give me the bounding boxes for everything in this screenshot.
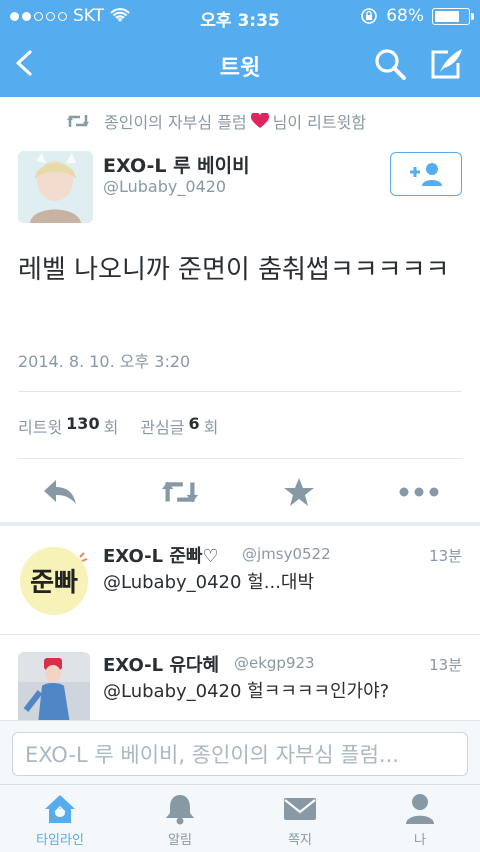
tab-label: 쪽지 — [288, 833, 312, 848]
home-icon — [43, 793, 77, 825]
retweet-icon — [67, 115, 89, 127]
header-bar: SKT 오후 3:35 68% 트윗 — [0, 0, 480, 97]
like-stat-label: 관심글 — [140, 418, 185, 437]
tab-label: 타임라인 — [36, 833, 84, 848]
retweet-suffix: 님이 리트윗함 — [272, 113, 367, 132]
author-name[interactable]: EXO-L 루 베이비 — [103, 151, 250, 178]
reply-icon[interactable] — [40, 474, 80, 510]
divider — [18, 391, 462, 392]
tab-me[interactable]: 나 — [360, 785, 480, 852]
tab-timeline[interactable]: 타임라인 — [0, 785, 120, 852]
battery-icon — [432, 7, 474, 25]
reply-item[interactable]: 준빠 EXO-L 준빠♡ @jmsy0522 13분 @Lubaby_0420 … — [0, 526, 480, 634]
tab-notifications[interactable]: 알림 — [120, 785, 240, 852]
tab-messages[interactable]: 쪽지 — [240, 785, 360, 852]
like-count[interactable]: 6 — [188, 414, 199, 438]
reply-name[interactable]: EXO-L 준빠♡ — [103, 542, 219, 568]
star-icon[interactable] — [279, 474, 319, 510]
retweeter-name: 종인이의 자부심 플럼 — [104, 113, 247, 132]
heart-icon — [250, 113, 269, 128]
reply-avatar[interactable]: 준빠 — [18, 543, 90, 615]
reply-avatar-text: 준빠 — [30, 568, 78, 598]
status-right: 68% — [360, 6, 474, 26]
reply-handle[interactable]: @ekgp923 — [234, 654, 315, 672]
reply-name[interactable]: EXO-L 유다혜 — [103, 651, 219, 677]
reply-text: @Lubaby_0420 헐ㅋㅋㅋㅋ인가야? — [103, 681, 390, 702]
reply-handle[interactable]: @jmsy0522 — [242, 545, 331, 563]
tab-label: 알림 — [168, 833, 192, 848]
reply-time: 13분 — [429, 547, 462, 565]
retweet-count[interactable]: 130 — [66, 414, 99, 438]
author-avatar[interactable] — [18, 151, 93, 223]
divider — [18, 458, 462, 459]
tab-label: 나 — [414, 833, 426, 848]
reply-text: @Lubaby_0420 헐...대박 — [103, 572, 315, 593]
reply-input-placeholder: EXO-L 루 베이비, 종인이의 자부심 플럼... — [25, 743, 399, 767]
compose-icon[interactable] — [428, 46, 466, 82]
more-icon[interactable] — [399, 474, 439, 510]
nav-bar: 트윗 — [0, 32, 480, 97]
tweet-text: 레벨 나오니까 준면이 춤춰썹ㅋㅋㅋㅋㅋ — [18, 255, 450, 285]
page-title: 트윗 — [219, 56, 261, 81]
retweeted-by-line[interactable]: 종인이의 자부심 플럼 님이 리트윗함 — [0, 104, 480, 138]
search-icon[interactable] — [372, 46, 408, 82]
retweet-action-icon[interactable] — [160, 474, 200, 510]
retweet-unit: 회 — [103, 418, 119, 437]
reply-item[interactable]: EXO-L 유다혜 @ekgp923 13분 @Lubaby_0420 헐ㅋㅋㅋ… — [0, 635, 480, 720]
battery-percent: 68% — [386, 6, 424, 26]
tweet-timestamp: 2014. 8. 10. 오후 3:20 — [18, 352, 191, 371]
tweet-stats: 리트윗 130 회 관심글 6 회 — [18, 414, 218, 438]
add-user-icon — [410, 163, 442, 186]
status-bar: SKT 오후 3:35 68% — [0, 0, 480, 32]
bell-icon — [163, 793, 197, 825]
retweet-stat-label: 리트윗 — [18, 418, 63, 437]
rotation-lock-icon — [361, 8, 378, 24]
author-handle[interactable]: @Lubaby_0420 — [103, 177, 226, 196]
reply-composer: EXO-L 루 베이비, 종인이의 자부심 플럼... — [0, 720, 480, 784]
tab-bar: 타임라인 알림 쪽지 나 — [0, 784, 480, 852]
follow-button[interactable] — [390, 152, 462, 196]
reply-time: 13분 — [429, 656, 462, 674]
reply-avatar[interactable] — [18, 652, 90, 720]
person-icon — [403, 793, 437, 825]
reply-input[interactable]: EXO-L 루 베이비, 종인이의 자부심 플럼... — [12, 732, 468, 776]
tweet-actions — [0, 466, 480, 516]
like-unit: 회 — [203, 418, 219, 437]
envelope-icon — [283, 793, 317, 825]
